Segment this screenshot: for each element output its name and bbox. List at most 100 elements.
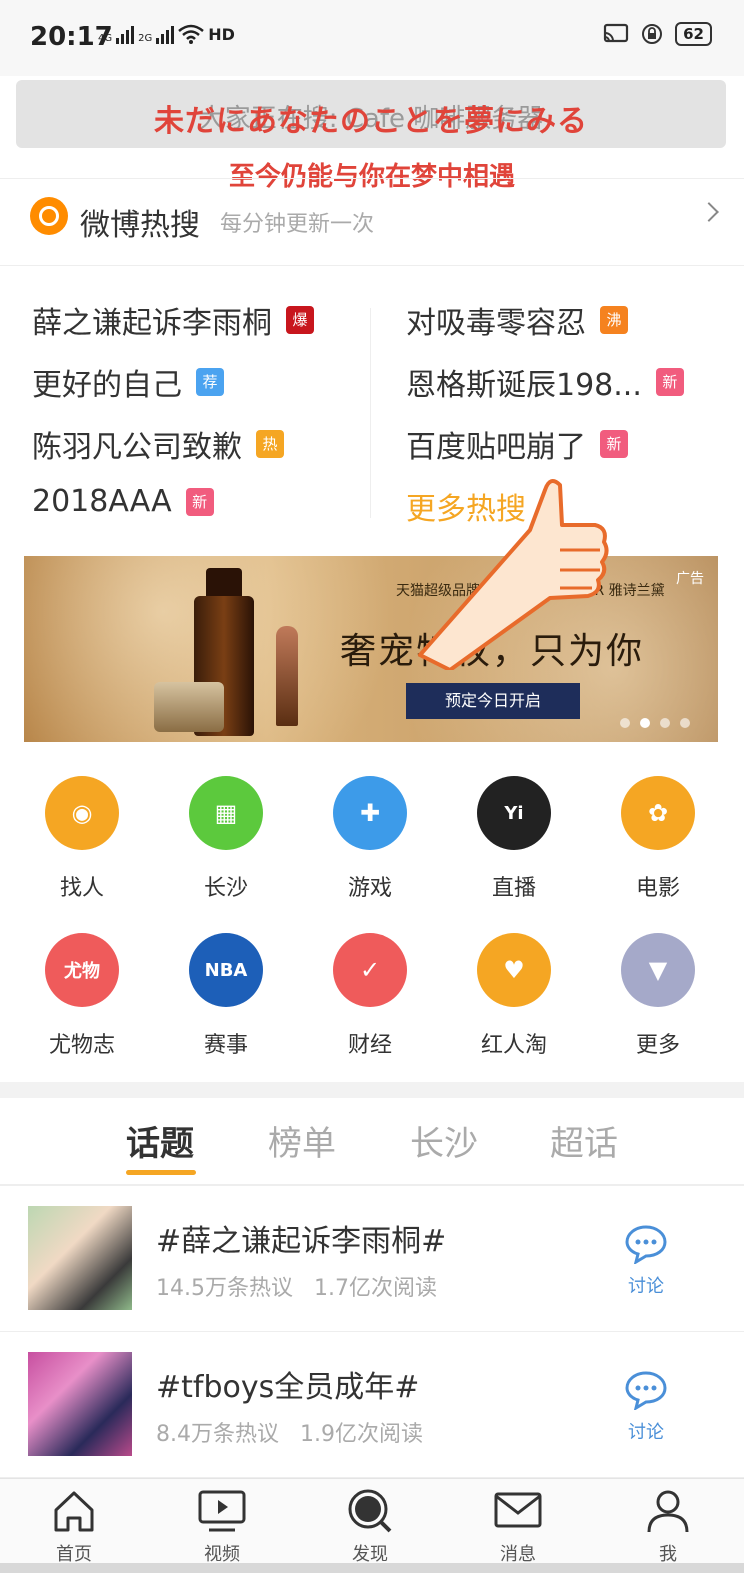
grid-item-label: 更多 <box>635 1033 680 1058</box>
topic-thumbnail[interactable] <box>28 1352 132 1456</box>
topic-stats: 8.4万条热议 1.9亿次阅读 <box>156 1416 423 1448</box>
nav-video[interactable]: 视频 <box>172 1488 272 1566</box>
grid-item-label: 红人淘 <box>480 1033 547 1058</box>
discuss-label: 讨论 <box>628 1422 664 1443</box>
cast-icon <box>604 23 629 43</box>
hot-search-badge: 新 <box>600 430 628 458</box>
grid-item[interactable]: Yi 直播 <box>454 776 574 902</box>
signal-bars-icon <box>156 26 175 44</box>
hot-search-item[interactable]: 陈羽凡公司致歉热 <box>32 422 284 466</box>
city-icon: ▦ <box>189 776 263 850</box>
grid-item-label: 长沙 <box>203 876 248 901</box>
grid-item-label: 找人 <box>59 876 104 901</box>
hot-search-item[interactable]: 对吸毒零容忍沸 <box>406 298 628 342</box>
hot-search-badge: 新 <box>655 368 684 396</box>
hd-label: HD <box>208 25 235 44</box>
grid-item[interactable]: ✿ 电影 <box>598 776 718 902</box>
nba-icon: NBA <box>189 933 263 1007</box>
topic-reads: 1.7亿次阅读 <box>313 1276 437 1301</box>
hot-search-item-text: 更好的自己 <box>32 368 182 403</box>
carousel-dot[interactable] <box>660 718 670 728</box>
video-play-icon <box>198 1490 246 1532</box>
tab-topics[interactable]: 话题 <box>126 1116 194 1165</box>
hot-search-badge: 沸 <box>600 306 628 334</box>
carousel-dot[interactable] <box>620 718 630 728</box>
hot-search-item-text: 薛之谦起诉李雨桐 <box>32 306 272 341</box>
grid-item[interactable]: ♥ 红人淘 <box>454 933 574 1059</box>
tab-rankings[interactable]: 榜单 <box>268 1116 336 1165</box>
hot-search-badge: 荐 <box>196 368 224 396</box>
battery-indicator: 62 <box>675 22 712 46</box>
ad-label: 广告 <box>676 571 704 587</box>
section-separator <box>0 1082 744 1098</box>
shopping-bag-icon: ♥ <box>477 933 551 1007</box>
hot-search-item[interactable]: 薛之谦起诉李雨桐爆 <box>32 298 314 342</box>
tab-active-indicator <box>126 1170 196 1175</box>
column-divider <box>370 308 371 518</box>
grid-item-label: 游戏 <box>347 876 392 901</box>
overlay-caption-jp: 未だにあなたのことを夢にみる <box>154 104 588 139</box>
hot-search-subtitle: 每分钟更新一次 <box>220 212 375 237</box>
signal-bars-icon <box>116 26 135 44</box>
discuss-button[interactable]: 讨论 <box>620 1370 672 1444</box>
grid-item[interactable]: ▦ 长沙 <box>166 776 286 902</box>
topic-reads: 1.9亿次阅读 <box>299 1422 423 1447</box>
topic-discussions: 8.4万条热议 <box>156 1422 279 1447</box>
hot-search-item[interactable]: 2018AAA 新 <box>32 484 214 519</box>
hot-search-item[interactable]: 百度贴吧崩了新 <box>406 422 628 466</box>
profile-icon <box>647 1490 689 1533</box>
discuss-button[interactable]: 讨论 <box>620 1224 672 1298</box>
system-home-indicator[interactable] <box>0 1563 744 1573</box>
lipstick-image <box>276 626 298 726</box>
signal-4g-label: 4G <box>98 33 113 44</box>
topic-stats: 14.5万条热议 1.7亿次阅读 <box>156 1270 437 1302</box>
signal-2g-label: 2G <box>138 33 153 44</box>
chat-bubble-icon <box>625 1371 667 1412</box>
topic-discussions: 14.5万条热议 <box>156 1276 293 1301</box>
hot-search-badge: 新 <box>185 487 214 516</box>
grid-item-label: 财经 <box>347 1033 392 1058</box>
home-icon <box>54 1491 94 1532</box>
hot-search-item-text: 2018AAA <box>32 484 172 519</box>
nav-me[interactable]: 我 <box>618 1488 718 1566</box>
chat-bubble-icon <box>625 1225 667 1266</box>
grid-item-label: 尤物志 <box>48 1033 115 1058</box>
nav-discover[interactable]: 发现 <box>320 1488 420 1566</box>
hot-search-title: 微博热搜 <box>80 208 200 243</box>
grid-item-label: 电影 <box>635 876 680 901</box>
grid-item-label: 直播 <box>491 876 536 901</box>
status-right: 62 <box>603 22 712 46</box>
carousel-dot-active[interactable] <box>640 718 650 728</box>
topic-thumbnail[interactable] <box>28 1206 132 1310</box>
carousel-dot[interactable] <box>680 718 690 728</box>
hot-search-item[interactable]: 恩格斯诞辰198... 新 <box>406 360 684 404</box>
hot-search-badge: 爆 <box>286 306 314 334</box>
tab-changsha[interactable]: 长沙 <box>410 1116 478 1165</box>
topic-title[interactable]: #tfboys全员成年# <box>156 1362 419 1406</box>
signal-indicators: 4G 2G HD <box>98 24 235 44</box>
wifi-icon <box>178 24 205 44</box>
film-reel-icon: ✿ <box>621 776 695 850</box>
hot-search-item-text: 恩格斯诞辰198... <box>406 368 642 403</box>
grid-item[interactable]: ▼ 更多 <box>598 933 718 1059</box>
grid-item[interactable]: ✚ 游戏 <box>310 776 430 902</box>
carousel-dots[interactable] <box>620 718 690 728</box>
nav-home[interactable]: 首页 <box>24 1488 124 1566</box>
tab-supertopic[interactable]: 超话 <box>550 1116 618 1165</box>
grid-item[interactable]: NBA 赛事 <box>166 933 286 1059</box>
hot-search-item[interactable]: 更好的自己荐 <box>32 360 224 404</box>
grid-item-label: 赛事 <box>203 1033 248 1058</box>
nav-messages[interactable]: 消息 <box>468 1488 568 1566</box>
grid-item[interactable]: ✓ 财经 <box>310 933 430 1059</box>
discover-search-icon <box>348 1489 392 1533</box>
hot-search-item-text: 对吸毒零容忍 <box>406 306 586 341</box>
finance-icon: ✓ <box>333 933 407 1007</box>
grid-item[interactable]: 尤物 尤物志 <box>22 933 142 1059</box>
ad-cta-button[interactable]: 预定今日开启 <box>406 683 580 719</box>
mail-icon <box>494 1492 542 1528</box>
hot-search-badge: 热 <box>256 430 284 458</box>
live-icon: Yi <box>477 776 551 850</box>
grid-item[interactable]: ◉ 找人 <box>22 776 142 902</box>
topic-title[interactable]: #薛之谦起诉李雨桐# <box>156 1216 446 1260</box>
gamepad-icon: ✚ <box>333 776 407 850</box>
